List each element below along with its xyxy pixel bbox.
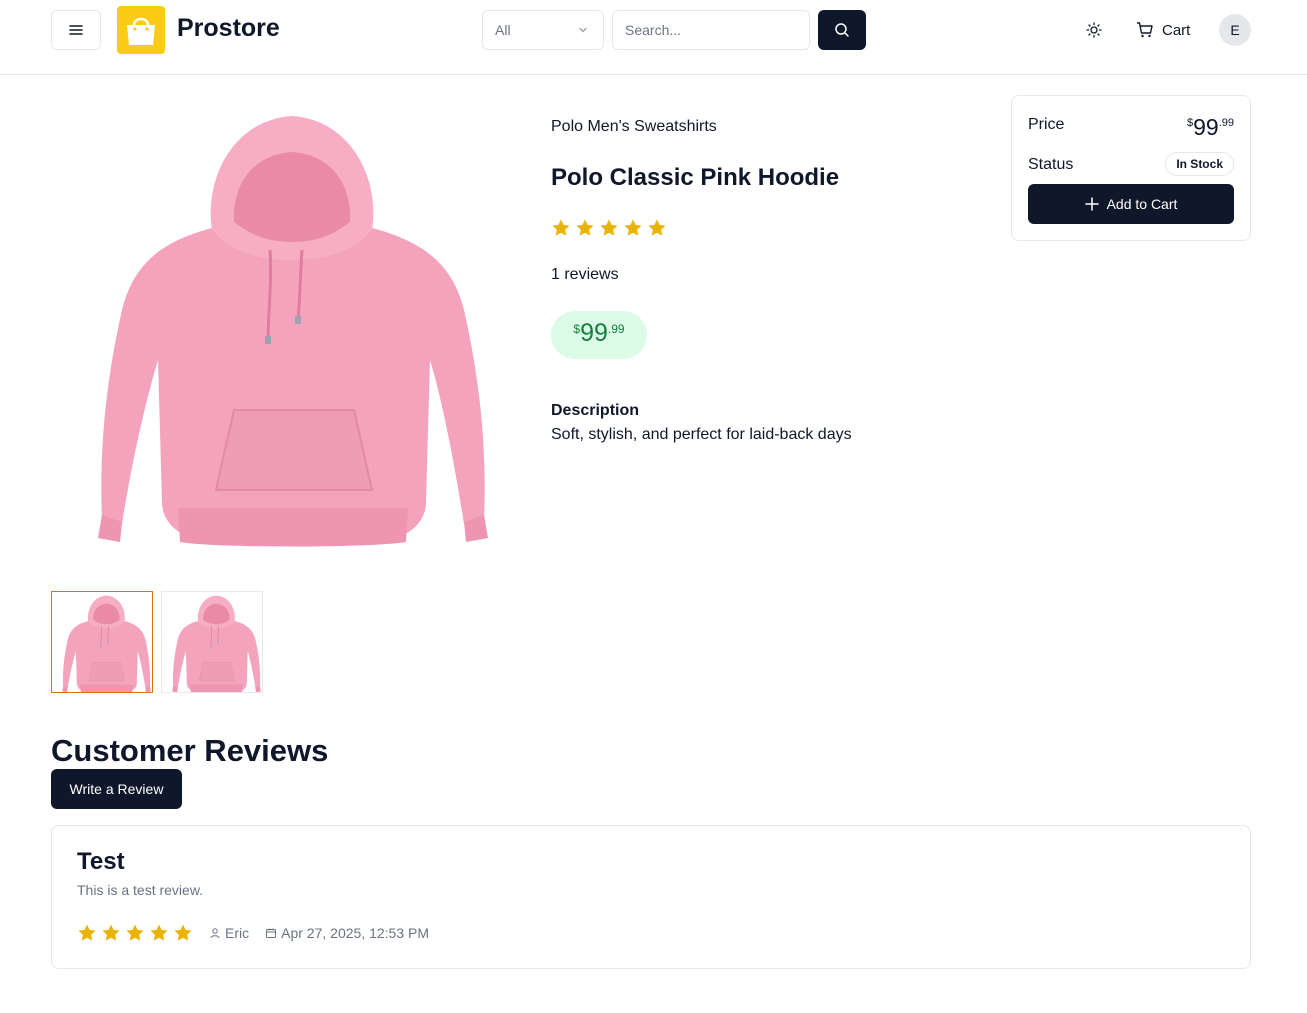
star-icon [551,218,571,238]
product-category: Polo Men's Sweatshirts [551,118,717,135]
review-rating [77,923,193,943]
menu-icon [69,25,83,35]
category-selected-value: All [495,22,511,38]
user-icon [210,928,220,939]
review-body: This is a test review. [77,882,204,898]
star-icon [173,923,193,943]
search-input[interactable] [612,10,810,50]
star-icon [125,923,145,943]
star-icon [599,218,619,238]
price-integer: 99 [580,319,608,347]
reviews-count: 1 reviews [551,266,619,283]
search-button[interactable] [818,10,866,50]
theme-toggle-button[interactable] [1078,14,1110,46]
description-text: Soft, stylish, and perfect for laid-back… [551,426,852,443]
cart-icon [1136,22,1153,38]
review-meta: Eric Apr 27, 2025, 12:53 PM [77,923,429,943]
cart-link[interactable]: Cart [1136,14,1190,46]
menu-button[interactable] [51,10,101,50]
product-rating [551,218,667,238]
review-author-name: Eric [225,925,250,941]
card-price: $ 99 .99 [1187,114,1234,140]
review-card: Test This is a test review. Eric Apr 27,… [51,825,1251,969]
product-thumbnail-1[interactable] [51,591,153,693]
star-icon [149,923,169,943]
product-main-image [92,110,492,550]
add-to-cart-label: Add to Cart [1106,196,1178,212]
search-icon [835,23,849,37]
review-date-text: Apr 27, 2025, 12:53 PM [281,925,429,941]
plus-icon [1084,197,1099,211]
price-currency: $ [573,322,581,336]
description-label: Description [551,402,640,419]
brand-name[interactable]: Prostore [177,14,280,43]
write-review-button[interactable]: Write a Review [51,769,182,809]
cart-label: Cart [1162,21,1191,39]
product-title: Polo Classic Pink Hoodie [551,164,840,191]
sun-icon [1086,22,1102,38]
product-price-badge: $ 99 .99 [551,311,647,359]
customer-reviews-heading: Customer Reviews [51,733,329,768]
brand-logo[interactable] [117,6,165,54]
shopping-bag-icon [127,17,155,45]
card-price-integer: 99 [1193,114,1219,140]
star-icon [77,923,97,943]
product-thumbnail-2[interactable] [161,591,263,693]
review-date: Apr 27, 2025, 12:53 PM [265,925,429,941]
stock-status-badge: In Stock [1165,152,1234,176]
review-author: Eric [209,925,249,941]
purchase-card: Price $ 99 .99 Status In Stock Add to Ca… [1011,95,1251,241]
add-to-cart-button[interactable]: Add to Cart [1028,184,1234,224]
star-icon [101,923,121,943]
price-label: Price [1028,116,1065,133]
status-label: Status [1028,156,1074,173]
star-icon [623,218,643,238]
user-avatar[interactable]: E [1219,14,1251,46]
price-decimal: .99 [607,322,625,336]
calendar-icon [266,928,277,938]
review-title: Test [77,848,125,875]
star-icon [647,218,667,238]
chevron-down-icon [579,27,587,33]
star-icon [575,218,595,238]
category-select[interactable]: All [482,10,604,50]
top-header: Prostore All Cart E [0,0,1307,75]
card-price-decimal: .99 [1218,117,1234,129]
